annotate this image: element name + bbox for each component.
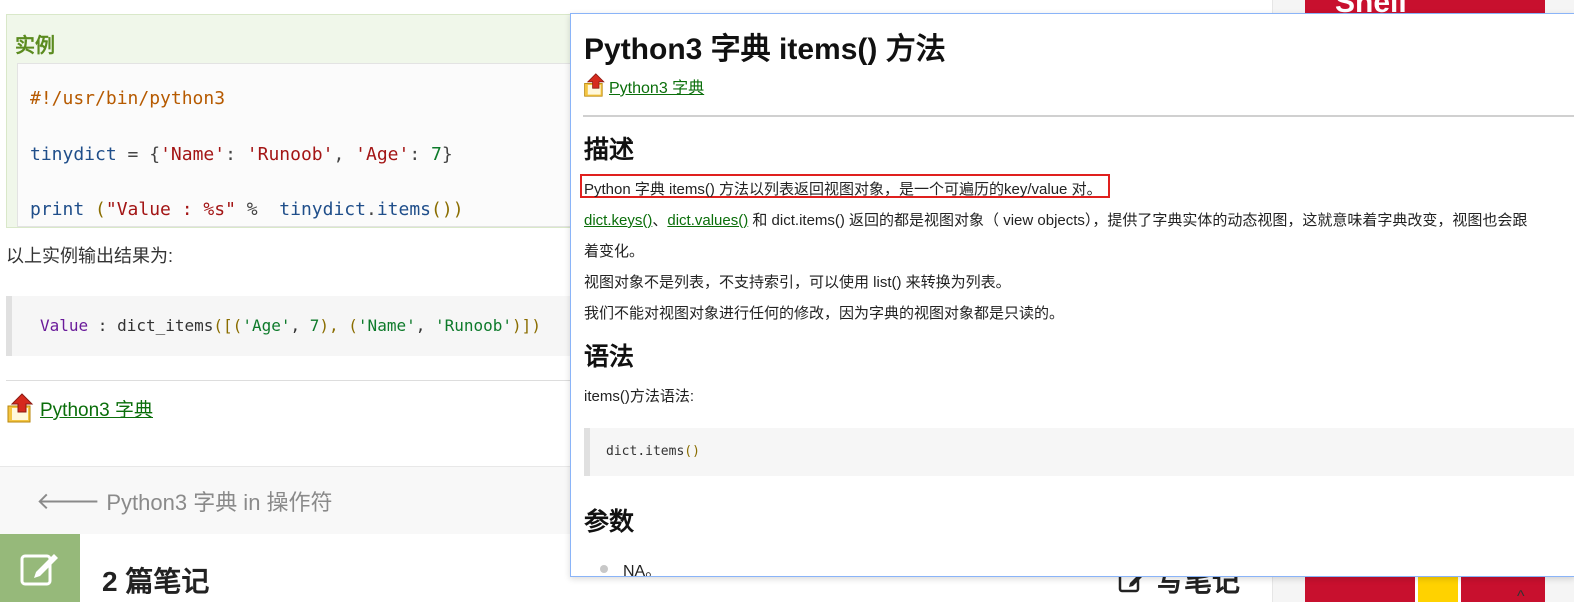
code-token: : <box>409 144 432 165</box>
result-label: 以上实例输出结果为: <box>6 246 174 266</box>
syntax-code-line: dict.items() <box>606 444 700 459</box>
dict-link-row[interactable]: Python3 字典 <box>6 392 153 424</box>
desc-line-4: 视图对象不是列表，不支持索引，可以使用 list() 来转换为列表。 <box>584 274 1011 291</box>
code-token: } <box>441 144 453 165</box>
code-line-print: print ("Value : %s" % tinydict.items()) <box>30 199 464 220</box>
code-token: tinydict <box>279 199 366 220</box>
code-token: : <box>225 144 247 165</box>
code-token: items <box>376 199 432 220</box>
code-token: items <box>645 444 685 459</box>
popup-dict-link[interactable]: Python3 字典 <box>609 74 704 98</box>
code-token: ()) <box>431 199 464 220</box>
dict-link[interactable]: Python3 字典 <box>40 395 153 422</box>
heading-description: 描述 <box>584 136 635 164</box>
example-title: 实例 <box>15 35 55 57</box>
divider <box>583 115 1574 117</box>
code-token: 'Runoob' <box>246 144 334 165</box>
desc-line-3: 着变化。 <box>584 243 645 260</box>
bullet-icon <box>600 565 608 573</box>
result-line: Value : dict_items([('Age', 7), ('Name',… <box>40 316 541 335</box>
prev-link[interactable]: 🡐 Python3 字典 in 操作符 <box>36 485 333 517</box>
code-token: tinydict <box>30 144 117 165</box>
code-token: ( <box>95 199 106 220</box>
dict-values-link[interactable]: dict.values() <box>667 212 748 229</box>
popup-title: Python3 字典 items() 方法 <box>584 33 946 66</box>
up-book-icon <box>7 393 34 423</box>
syntax-intro: items()方法语法: <box>584 388 694 405</box>
code-token: 'Name' <box>160 144 226 165</box>
code-token: 7 <box>431 144 442 165</box>
code-token: . <box>637 444 646 459</box>
desc-line-5: 我们不能对视图对象进行任何的修改，因为字典的视图对象都是只读的。 <box>584 305 1065 322</box>
heading-syntax: 语法 <box>584 343 635 371</box>
desc-text: 、 <box>652 212 668 229</box>
code-token: = { <box>116 144 161 165</box>
arrow-left-icon: 🡐 <box>36 488 101 515</box>
edit-icon <box>20 554 58 586</box>
code-token: . <box>365 199 377 220</box>
syntax-code-block: dict.items() <box>584 428 1574 476</box>
code-token: , <box>333 144 356 165</box>
code-token: 'Age' <box>242 316 291 335</box>
edit-icon-box <box>0 534 80 602</box>
preview-popup: Python3 字典 items() 方法 Python3 字典 描述 Pyth… <box>570 13 1574 577</box>
code-token: 'Name' <box>357 316 416 335</box>
code-token: 'Runoob' <box>434 316 513 335</box>
code-token: Value <box>40 316 89 335</box>
dict-keys-link[interactable]: dict.keys() <box>584 212 652 229</box>
code-token: )]) <box>512 316 541 335</box>
desc-text: 和 dict.items() 返回的都是视图对象（ view objects），… <box>748 212 1528 229</box>
code-token: ), ( <box>319 316 358 335</box>
popup-dict-link-row[interactable]: Python3 字典 <box>583 72 704 98</box>
code-token: , <box>290 316 310 335</box>
code-line-shebang: #!/usr/bin/python3 <box>30 88 226 109</box>
code-token: 'Age' <box>355 144 410 165</box>
code-token: dict <box>606 444 638 459</box>
code-token: 7 <box>309 316 320 335</box>
desc-line-2: dict.keys()、dict.values() 和 dict.items()… <box>584 209 1527 230</box>
code-token: % <box>235 199 280 220</box>
param-na: NA。 <box>623 563 662 577</box>
heading-params: 参数 <box>584 508 635 536</box>
prev-link-label: Python3 字典 in 操作符 <box>106 490 333 515</box>
code-token: () <box>684 444 700 459</box>
code-token: , <box>415 316 435 335</box>
code-token: ([( <box>213 316 243 335</box>
desc-line-1: Python 字典 items() 方法以列表返回视图对象，是一个可遍历的key… <box>584 181 1102 198</box>
code-token: "Value : %s" <box>105 199 236 220</box>
chevron-up-icon[interactable]: ^ <box>1517 588 1525 606</box>
code-line-dict: tinydict = {'Name': 'Runoob', 'Age': 7} <box>30 144 453 165</box>
code-token: : dict_items <box>88 316 214 335</box>
notes-title: 2 篇笔记 <box>102 566 210 597</box>
up-book-icon <box>584 73 605 97</box>
code-token: print <box>30 199 85 220</box>
